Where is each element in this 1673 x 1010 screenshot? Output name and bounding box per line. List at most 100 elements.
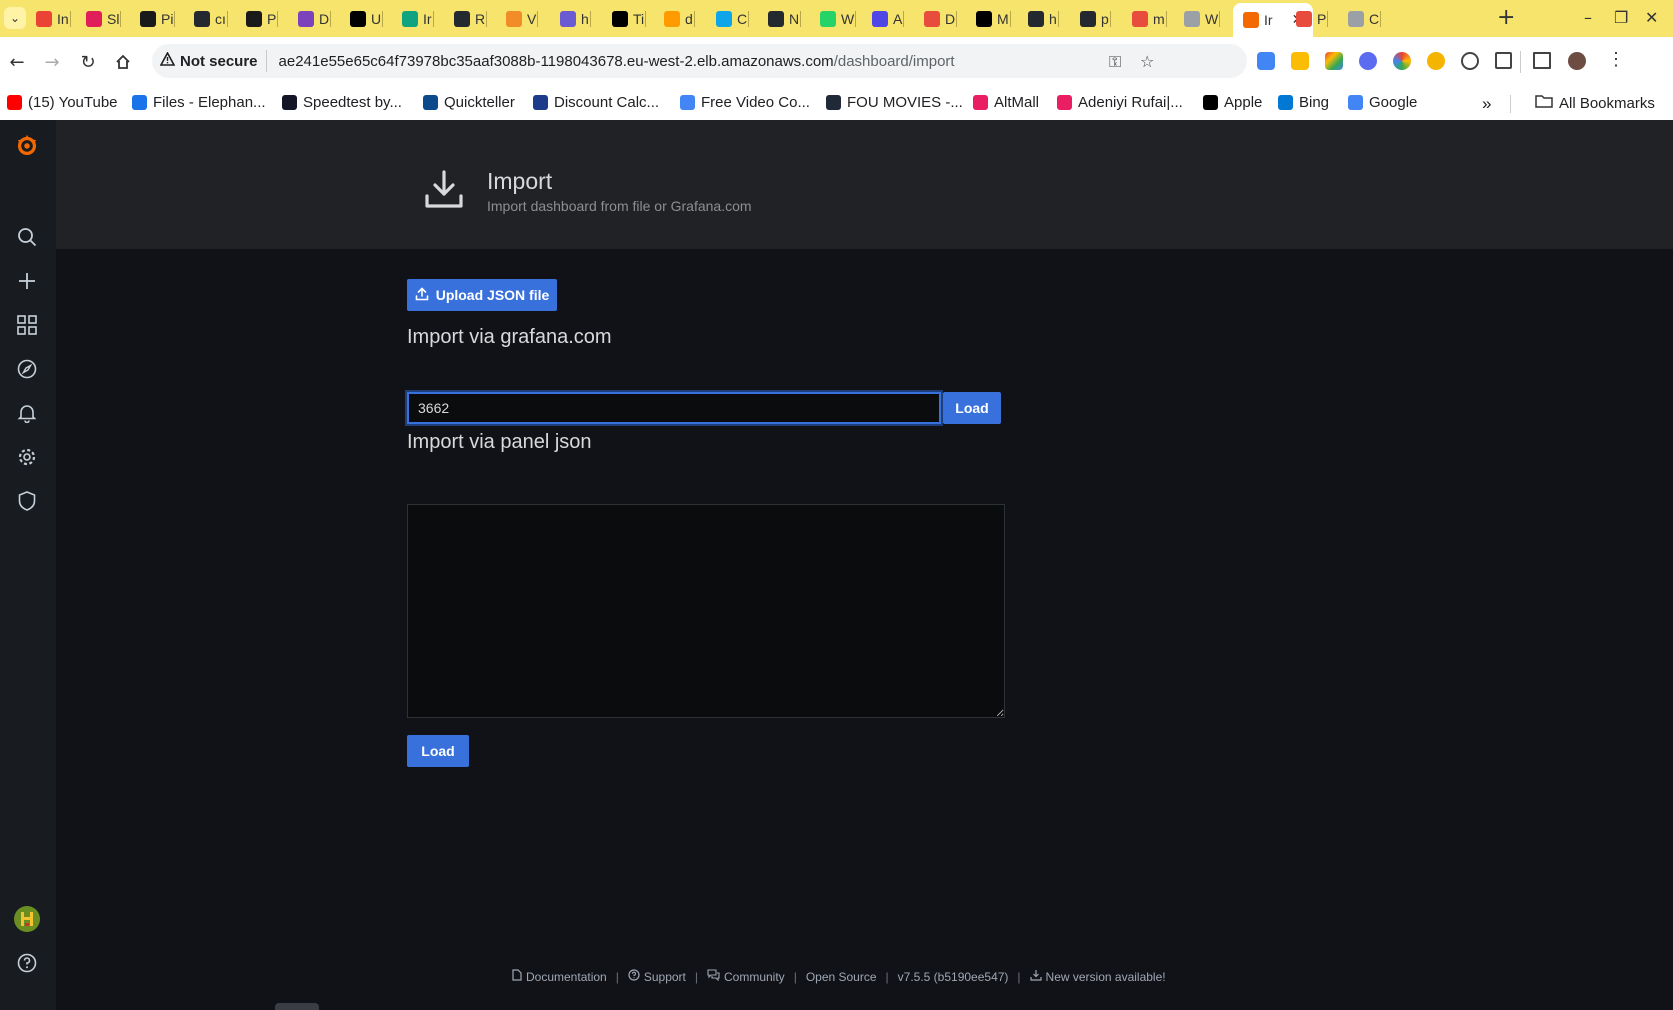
dashboards-grid-icon[interactable] <box>14 312 40 338</box>
keep-extension-icon[interactable] <box>1291 52 1309 70</box>
browser-tab[interactable]: Pi <box>140 6 176 31</box>
bookmark-label: AltMall <box>994 94 1040 111</box>
configuration-gear-icon[interactable] <box>14 444 40 470</box>
browser-tab[interactable]: h <box>1028 6 1059 31</box>
more-options-icon[interactable]: ⋮ <box>1607 49 1625 70</box>
browser-tab[interactable]: h <box>560 6 591 31</box>
browser-tab[interactable]: In <box>36 6 71 31</box>
bookmark-favicon-icon <box>1348 95 1363 110</box>
upload-json-button[interactable]: Upload JSON file <box>407 279 557 311</box>
close-window-icon[interactable]: ✕ <box>1645 8 1658 27</box>
browser-tab[interactable]: C <box>716 6 750 31</box>
color-wheel-extension-icon[interactable] <box>1393 52 1411 70</box>
tab-label: N <box>789 10 800 27</box>
browser-tab[interactable]: W <box>820 6 857 31</box>
spark-extension-icon[interactable] <box>1359 52 1377 70</box>
documentation-link[interactable]: Documentation <box>512 969 607 984</box>
browser-tab[interactable]: A <box>872 6 905 31</box>
panel-json-textarea[interactable] <box>407 504 1005 718</box>
security-indicator[interactable]: Not secure <box>159 50 267 72</box>
browser-tab[interactable]: m <box>1132 6 1167 31</box>
upload-icon <box>415 286 429 304</box>
bookmark-item[interactable]: Quickteller <box>423 94 515 111</box>
tab-search-chevron-icon[interactable]: ⌄ <box>4 7 26 29</box>
browser-tab[interactable]: p <box>1080 6 1111 31</box>
open-source-link[interactable]: Open Source <box>806 970 877 984</box>
help-icon[interactable] <box>14 950 40 976</box>
translate-extension-icon[interactable] <box>1257 52 1275 70</box>
server-admin-shield-icon[interactable] <box>14 488 40 514</box>
all-bookmarks-folder[interactable]: All Bookmarks <box>1535 94 1655 112</box>
browser-tab[interactable]: Ti <box>612 6 647 31</box>
bookmark-item[interactable]: Apple <box>1203 94 1262 111</box>
browser-tab[interactable]: Ir <box>402 6 434 31</box>
bookmark-item[interactable]: (15) YouTube <box>7 94 118 111</box>
tab-favicon-icon <box>924 10 940 27</box>
colorful-extension-icon[interactable] <box>1325 52 1343 70</box>
bookmark-item[interactable]: Files - Elephan... <box>132 94 266 111</box>
more-bookmarks-chevron-icon[interactable]: » <box>1482 94 1491 114</box>
support-link[interactable]: Support <box>628 969 686 984</box>
browser-tab[interactable]: Sl <box>86 6 122 31</box>
tab-favicon-icon <box>86 10 102 27</box>
forward-arrow-icon[interactable]: → <box>39 49 65 75</box>
reload-icon[interactable]: ↻ <box>75 49 101 75</box>
panel-json-load-button[interactable]: Load <box>407 735 469 767</box>
browser-tab[interactable]: cı <box>194 6 228 31</box>
profile-avatar[interactable] <box>1568 52 1586 70</box>
browser-tab[interactable]: V <box>506 6 539 31</box>
bookmark-item[interactable]: Speedtest by... <box>282 94 402 111</box>
browser-tab[interactable]: M <box>976 6 1011 31</box>
alerting-bell-icon[interactable] <box>14 400 40 426</box>
browser-tab[interactable]: P <box>1296 6 1329 31</box>
bookmark-item[interactable]: Google <box>1348 94 1417 111</box>
notification-extension-icon[interactable] <box>1427 52 1445 70</box>
browser-tab[interactable]: P <box>246 6 279 31</box>
comments-icon <box>707 969 720 984</box>
bookmark-item[interactable]: Bing <box>1278 94 1329 111</box>
address-bar[interactable]: Not secure ae241e55e65c64f73978bc35aaf30… <box>152 44 1247 78</box>
bookmark-star-icon[interactable]: ☆ <box>1140 52 1154 71</box>
new-tab-button[interactable]: + <box>1497 6 1515 30</box>
browser-tab[interactable]: W <box>1184 6 1221 31</box>
support-label: Support <box>643 969 686 984</box>
search-icon[interactable] <box>14 224 40 250</box>
minimize-icon[interactable]: – <box>1584 8 1592 27</box>
community-link[interactable]: Community <box>707 969 785 984</box>
horizontal-scrollbar-thumb[interactable] <box>275 1003 319 1010</box>
browser-tab[interactable]: C <box>1348 6 1382 31</box>
browser-tab[interactable]: N <box>768 6 802 31</box>
password-key-icon[interactable]: ⚿ <box>1109 52 1121 72</box>
url-text[interactable]: ae241e55e65c64f73978bc35aaf3088b-1198043… <box>279 53 955 70</box>
tab-separator <box>277 11 279 27</box>
bookmark-item[interactable]: FOU MOVIES -... <box>826 94 963 111</box>
browser-tab[interactable]: U <box>350 6 384 31</box>
extensions-puzzle-icon[interactable] <box>1495 52 1512 69</box>
browser-tab[interactable]: D <box>924 6 958 31</box>
tab-favicon-icon <box>1080 10 1096 27</box>
explore-compass-icon[interactable] <box>14 356 40 382</box>
grafana-com-id-input[interactable] <box>407 392 941 424</box>
bookmark-item[interactable]: Free Video Co... <box>680 94 810 111</box>
grafana-com-load-button[interactable]: Load <box>943 392 1001 424</box>
side-panel-icon[interactable] <box>1533 52 1551 69</box>
footer-separator: | <box>615 969 619 984</box>
back-arrow-icon[interactable]: ← <box>4 49 30 75</box>
browser-tab[interactable]: D <box>298 6 332 31</box>
new-version-link[interactable]: New version available! <box>1029 969 1166 984</box>
tab-separator <box>956 11 958 27</box>
performance-icon[interactable] <box>1461 52 1479 70</box>
bookmark-item[interactable]: Discount Calc... <box>533 94 659 111</box>
browser-tab[interactable]: d <box>664 6 695 31</box>
tab-label: Pi <box>161 10 174 27</box>
bookmark-item[interactable]: AltMall <box>973 94 1039 111</box>
tab-separator <box>589 11 591 27</box>
grafana-logo-icon[interactable] <box>14 132 40 158</box>
bookmark-item[interactable]: Adeniyi Rufai|... <box>1057 94 1183 111</box>
browser-tab[interactable]: R <box>454 6 488 31</box>
create-plus-icon[interactable] <box>14 268 40 294</box>
home-icon[interactable] <box>110 49 136 75</box>
restore-icon[interactable]: ❐ <box>1614 8 1628 27</box>
tab-label: d <box>685 10 693 27</box>
user-avatar[interactable] <box>14 906 40 932</box>
